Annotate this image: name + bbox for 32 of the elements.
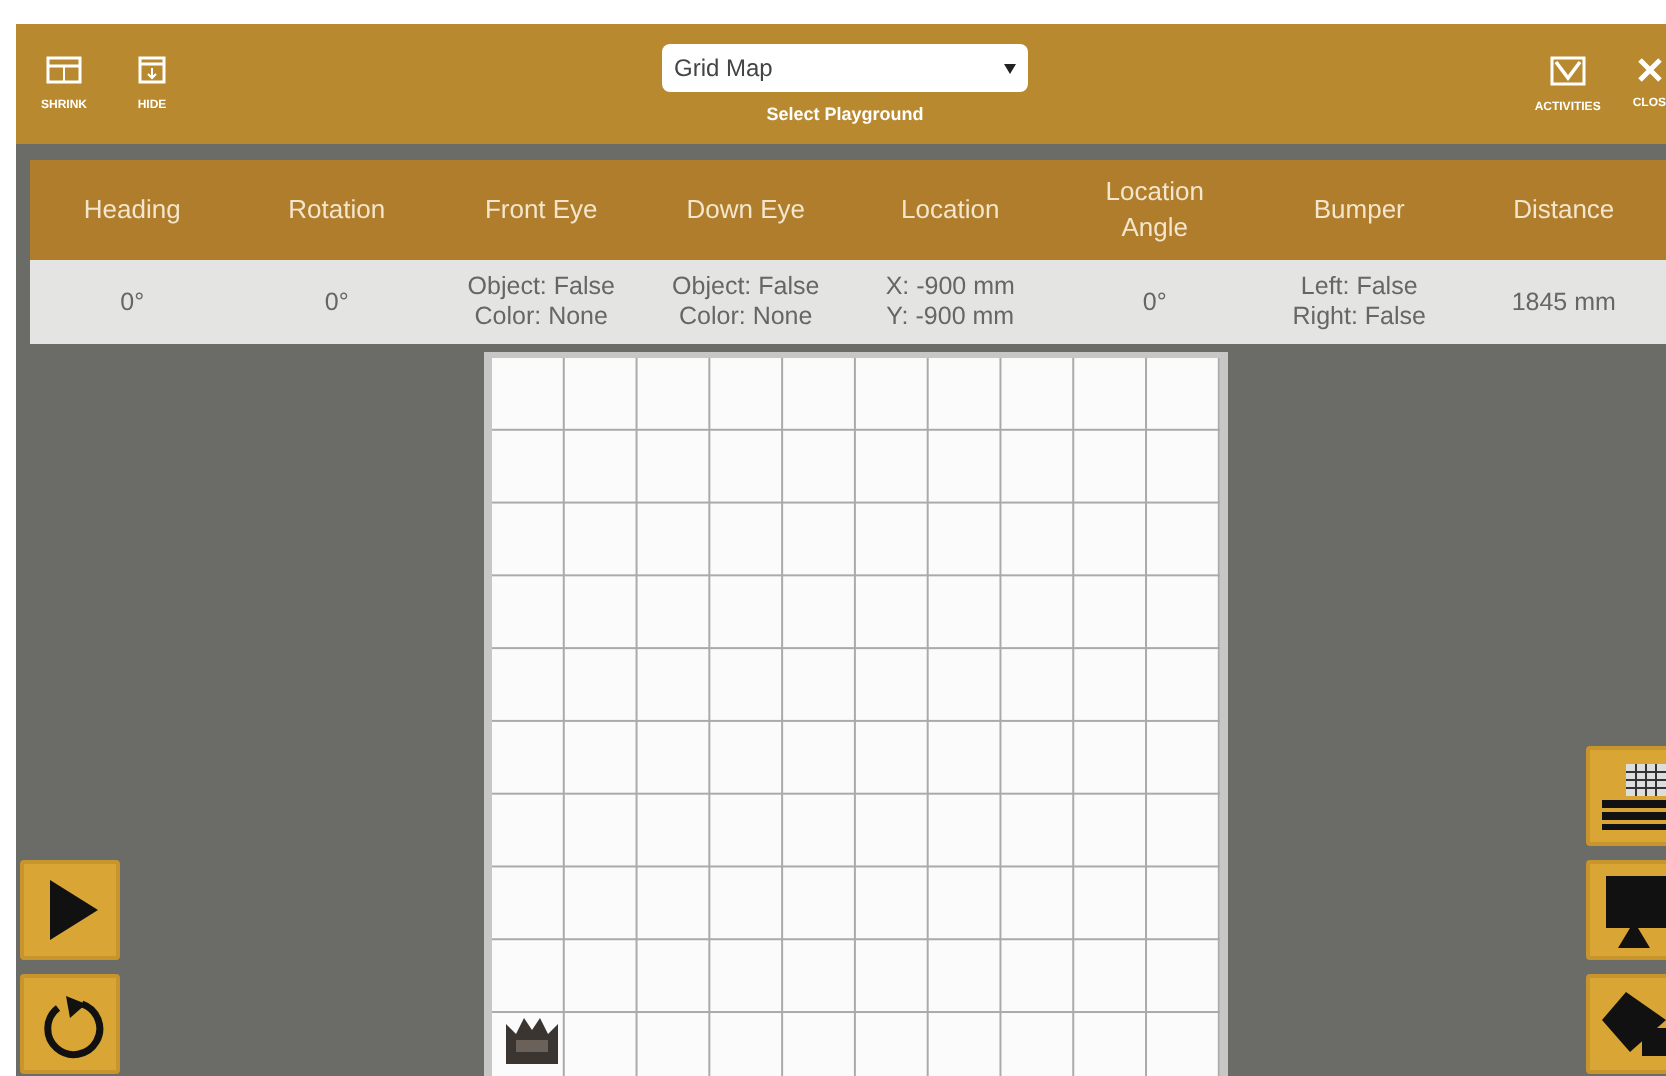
table-cell: 0° — [30, 260, 235, 344]
column-header: Bumper — [1257, 160, 1462, 260]
reset-button[interactable] — [20, 974, 120, 1074]
table-cell: Object: False Color: None — [439, 260, 644, 344]
eraser-icon — [1598, 988, 1666, 1060]
column-header: Heading — [30, 160, 235, 260]
grid-panel-icon — [1598, 760, 1666, 832]
checkbox-icon — [1549, 55, 1586, 85]
grid-button[interactable] — [1586, 746, 1666, 846]
column-header: Location — [848, 160, 1053, 260]
column-header: Distance — [1461, 160, 1666, 260]
column-header: Down Eye — [643, 160, 848, 260]
table-cell: 1845 mm — [1461, 260, 1666, 344]
column-header: Rotation — [234, 160, 439, 260]
close-icon — [1637, 58, 1662, 82]
playground-caption: Select Playground — [766, 104, 924, 124]
playground-dropdown[interactable]: Grid Map — [662, 44, 1028, 92]
window-icon — [46, 56, 82, 84]
table-cell: Left: False Right: False — [1257, 260, 1462, 344]
column-header: Location Angle — [1052, 160, 1257, 260]
table-cell: X: -900 mm Y: -900 mm — [848, 260, 1053, 344]
robot-icon — [503, 1016, 559, 1064]
dropdown-caret-icon — [1004, 63, 1016, 73]
column-header: Front Eye — [439, 160, 644, 260]
screen-button[interactable] — [1586, 860, 1666, 960]
table-cell: 0° — [1052, 260, 1257, 344]
play-icon — [50, 880, 98, 940]
eraser-button[interactable] — [1586, 974, 1666, 1074]
table-cell: 0° — [234, 260, 439, 344]
table-cell: Object: False Color: None — [643, 260, 848, 344]
panel-icon — [138, 56, 166, 84]
play-button[interactable] — [20, 860, 120, 960]
